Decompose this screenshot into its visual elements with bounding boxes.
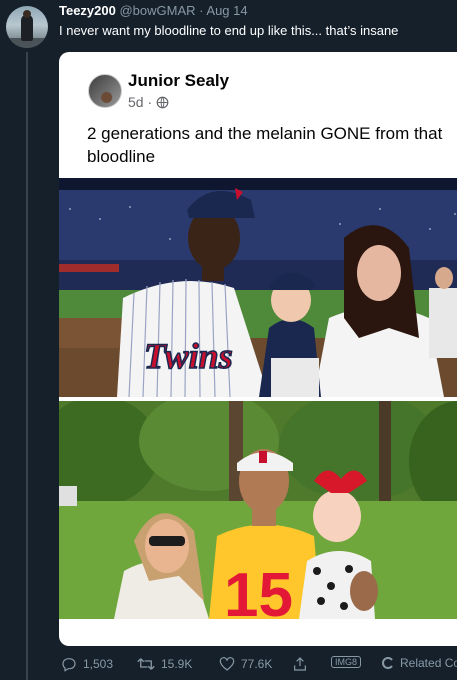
fb-author-name[interactable]: Junior Sealy [128,71,229,91]
retweet-button[interactable]: 15.9K [137,656,192,672]
globe-icon [156,96,169,112]
related-label: Related Conve [400,656,457,670]
header-separator: · [199,3,204,18]
related-conversations-button[interactable]: Related Conve [382,656,457,670]
share-icon [294,657,306,671]
photo2-jersey-number: 15 [224,561,293,619]
tweet-text: I never want my bloodline to end up like… [59,23,399,38]
like-button[interactable]: 77.6K [219,656,272,672]
photo-baseball-family[interactable]: Twins [59,178,457,397]
share-button[interactable] [292,656,308,672]
fb-post-meta: 5d · [128,94,169,112]
c-logo-icon [382,657,393,669]
fb-meta-separator: · [147,94,153,110]
imgs-badge: IMG8 [331,656,362,668]
photo1-jersey-text: Twins [144,336,233,376]
tweet-date[interactable]: Aug 14 [206,3,247,18]
heart-icon [219,657,235,671]
reply-icon [62,658,76,672]
fb-post-text: 2 generations and the melanin GONE from … [87,124,443,166]
avatar-person [21,15,33,41]
embedded-facebook-post[interactable]: Junior Sealy 5d · 2 generations and the … [59,52,457,646]
retweet-icon [137,658,155,670]
tweet-header: Teezy200 @bowGMAR · Aug 14 [59,3,248,18]
display-name[interactable]: Teezy200 [59,3,116,18]
retweet-count: 15.9K [161,657,193,671]
tweet-actions: 1,503 15.9K 77.6K IMG8 Related Conve [0,650,457,680]
photo-family-park[interactable]: 15 [59,401,457,619]
imgs-badge-button[interactable]: IMG8 [331,656,362,668]
reply-button[interactable]: 1,503 [61,656,113,672]
like-count: 77.6K [241,657,273,671]
reply-count: 1,503 [83,657,114,671]
profile-avatar[interactable] [6,6,48,48]
fb-post-time[interactable]: 5d [128,94,144,110]
thread-line [26,52,28,680]
avatar-head [23,10,31,18]
user-handle[interactable]: @bowGMAR [119,3,195,18]
fb-author-avatar[interactable] [88,74,122,108]
